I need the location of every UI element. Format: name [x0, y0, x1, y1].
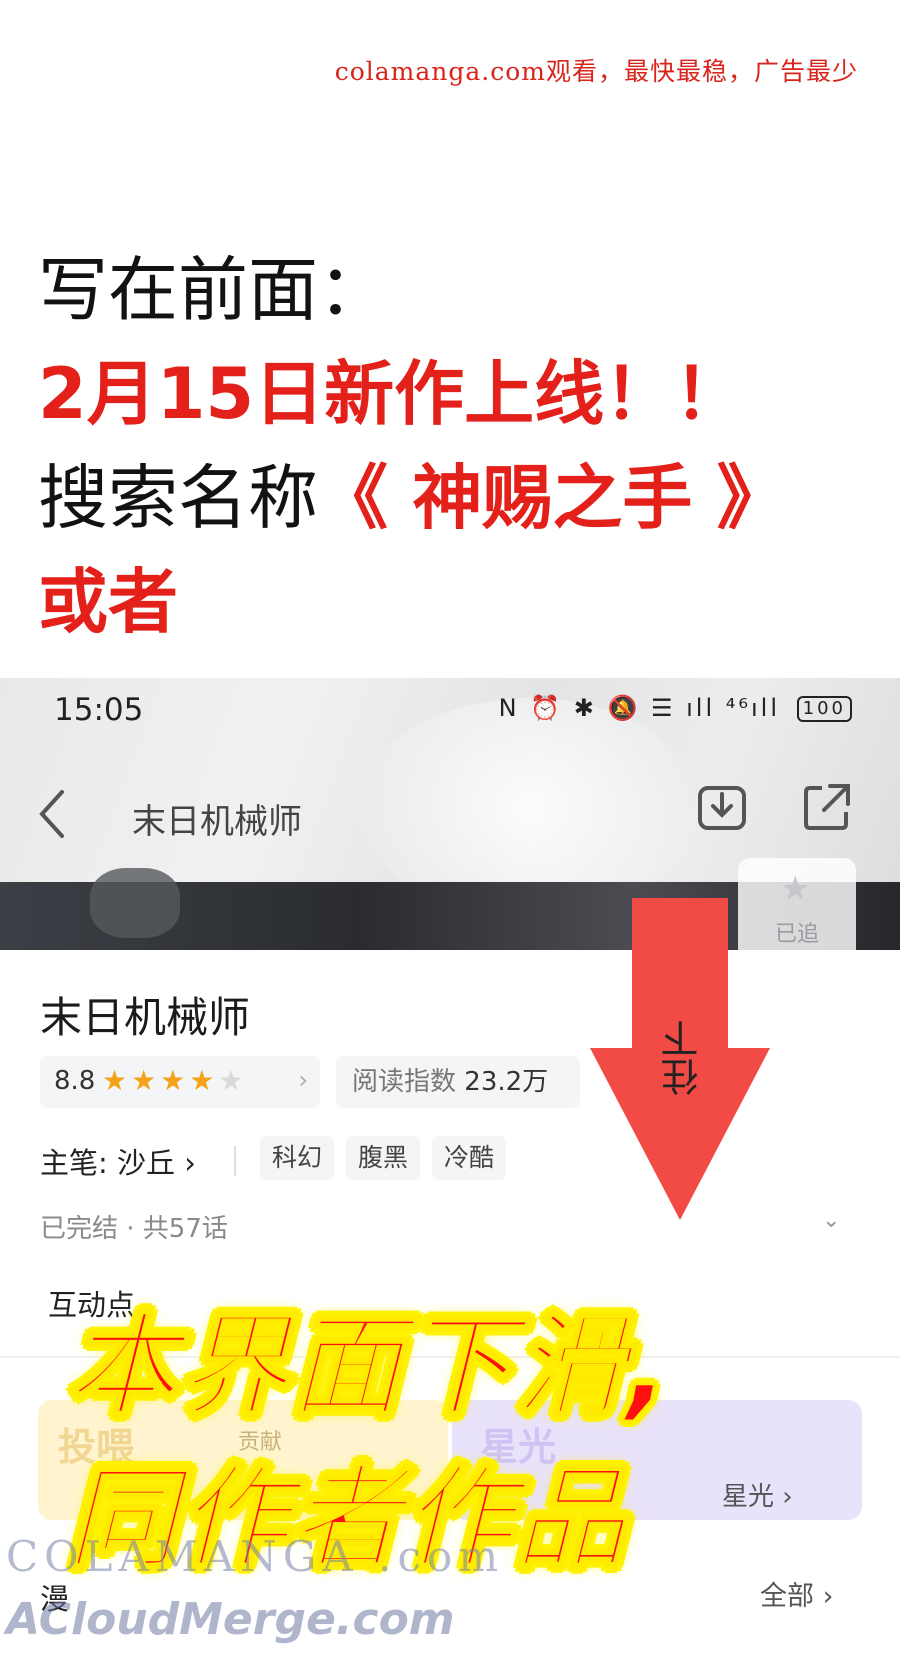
status-indicator-icons: N ⏰ ✱ 🔕 ☰ ıll ⁴⁶ıll [498, 694, 780, 722]
book-title: 末日机械师 [40, 993, 251, 1042]
intro-line-1: 写在前面： [38, 249, 388, 331]
promo-line-1: 本界面下滑, [65, 1301, 671, 1434]
starlight-card-action: 星光 › [722, 1482, 793, 1512]
cover-art-machine [90, 868, 180, 938]
intro-line-4: 或者 [38, 561, 178, 643]
intro-line-3: 搜索名称《 神赐之手 》 [38, 446, 878, 550]
download-icon [698, 786, 746, 830]
status-time: 15:05 [54, 692, 144, 728]
share-icon [804, 784, 850, 830]
intro-line-2: 2月15日新作上线！！ [38, 353, 745, 435]
intro-text: 写在前面： 2月15日新作上线！！ 搜索名称《 神赐之手 》 或者 [38, 238, 878, 654]
back-button[interactable] [36, 788, 68, 844]
battery-icon: 100 [796, 696, 852, 722]
rating-value: 8.8 [54, 1066, 96, 1096]
tag[interactable]: 冷酷 [432, 1136, 507, 1180]
download-button[interactable] [696, 780, 748, 836]
intro-new-title: 《 神赐之手 》 [318, 457, 787, 539]
status-icons: N ⏰ ✱ 🔕 ☰ ıll ⁴⁶ıll 100 [499, 694, 852, 722]
star-check-icon: ★ [780, 869, 811, 909]
header-note: colamanga.com观看，最快最稳，广告最少 [334, 57, 858, 86]
divider [234, 1146, 236, 1176]
rating-pill[interactable]: 8.8 ★★★★★ › [40, 1056, 320, 1108]
see-all-link[interactable]: 全部 › [760, 1574, 833, 1613]
watermark-acloudmerge: ACloudMerge.com [6, 1594, 455, 1645]
watermark-colamanga: COLAMANGA .com [6, 1532, 505, 1581]
nav-title: 末日机械师 [132, 802, 302, 842]
read-index-pill: 阅读指数 23.2万 [336, 1056, 580, 1108]
tag[interactable]: 科幻 [260, 1136, 335, 1180]
read-index-value: 23.2万 [464, 1067, 549, 1097]
author-link[interactable]: 主笔: 沙丘 › [40, 1140, 196, 1182]
rating-stars-icon: ★★★★★ [102, 1064, 248, 1097]
arrow-label: 往下 [661, 1020, 705, 1096]
chevron-right-icon: › [298, 1066, 308, 1094]
intro-search-prefix: 搜索名称 [38, 457, 318, 539]
share-button[interactable] [800, 780, 854, 838]
author-name: 主笔: 沙丘 [40, 1146, 175, 1180]
tag[interactable]: 腹黑 [346, 1136, 421, 1180]
chevron-left-icon [39, 790, 64, 838]
read-index-label: 阅读指数 [352, 1067, 457, 1097]
series-status: 已完结 · 共57话 [40, 1214, 228, 1244]
chevron-down-icon[interactable]: ⌄ [822, 1208, 840, 1233]
